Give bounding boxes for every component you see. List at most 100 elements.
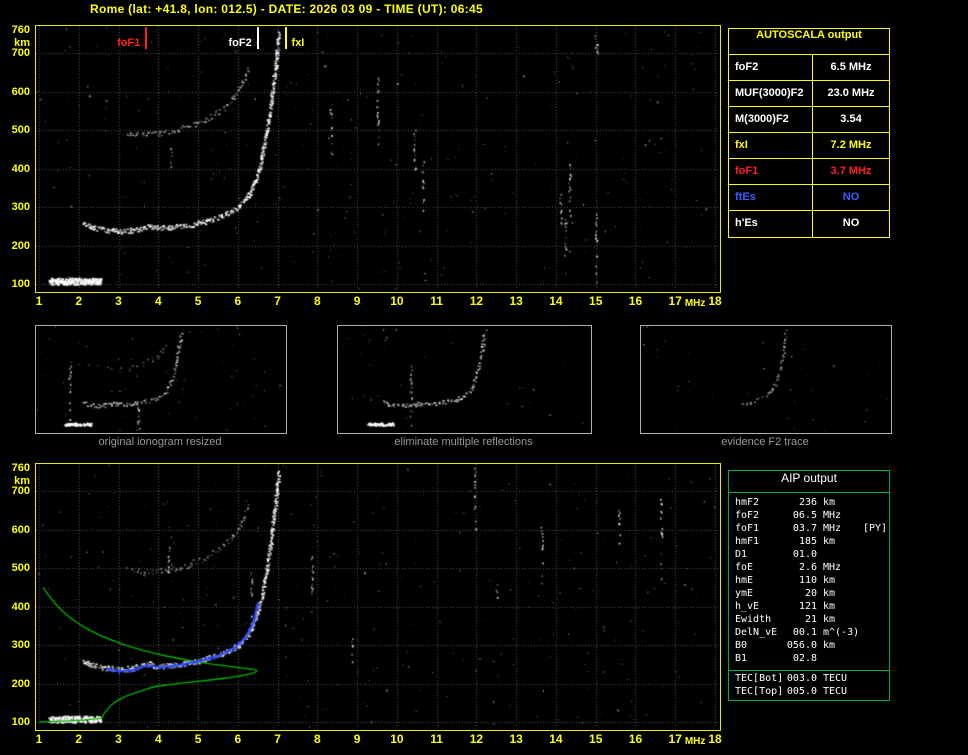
aip-row-unit: km — [823, 575, 836, 586]
x-tick-label: 14 — [549, 294, 563, 308]
x-tick-label: 4 — [154, 732, 162, 746]
marker-label-fxI: fxI — [291, 37, 305, 49]
panel-caption-eliminate: eliminate multiple reflections — [394, 436, 533, 448]
aip-row-unit: MHz — [823, 523, 842, 534]
x-tick-label: 12 — [469, 732, 484, 746]
aip-row-unit: MHz — [823, 510, 842, 521]
x-tick-label: 5 — [194, 732, 202, 746]
aip-row-label: TEC[Bot] — [735, 673, 784, 684]
aip-row-label: h_vE — [735, 601, 760, 612]
autoscala-screen: Rome (lat: +41.8, lon: 012.5) - DATE: 20… — [0, 0, 968, 755]
aip-row-unit: km — [823, 601, 836, 612]
aip-row-foF1: foF1 03.7 MHz [PY] — [729, 523, 889, 536]
x-tick-label: 10 — [390, 294, 404, 308]
aip-row-ymE: ymE 20 km — [729, 588, 889, 601]
aip-row-value: 21 — [804, 614, 817, 625]
aip-row-foF2: foF2 06.5 MHz — [729, 510, 889, 523]
y-tick-label: 100 — [11, 716, 30, 728]
y-tick-label: 600 — [11, 85, 30, 98]
y-tick-label: 200 — [11, 239, 30, 252]
autoscala-row-value: 6.5 MHz — [830, 61, 872, 73]
aip-row-label: hmE — [735, 575, 754, 586]
aip-row-label: DelN_vE — [735, 627, 778, 638]
x-tick-label: 16 — [628, 294, 643, 308]
autoscala-row-MUF3000F2: MUF(3000)F2 23.0 MHz — [729, 81, 889, 107]
aip-row-unit: km — [823, 614, 836, 625]
aip-row-hmE: hmE 110 km — [729, 575, 889, 588]
aip-row-unit — [823, 653, 863, 666]
aip-row-hvE: h_vE 121 km — [729, 601, 889, 614]
autoscala-row-label: h'Es — [729, 211, 813, 237]
x-tick-label: 2 — [75, 294, 83, 308]
x-tick-label: 7 — [274, 294, 281, 308]
x-tick-label: 9 — [353, 732, 361, 746]
marker-tick-foF1 — [145, 27, 148, 49]
autoscala-row-foF1: foF1 3.7 MHz — [729, 159, 889, 185]
x-tick-label: 6 — [234, 294, 242, 308]
autoscala-row-value: 3.7 MHz — [830, 165, 872, 177]
aip-row-label: hmF1 — [735, 536, 760, 547]
aip-row-value: 2.6 — [798, 562, 817, 573]
aip-row-note: [PY] — [863, 523, 888, 534]
autoscala-row-fxI: fxI 7.2 MHz — [729, 133, 889, 159]
aip-row-value: 236 — [798, 497, 817, 508]
y-tick-label: 600 — [11, 523, 30, 536]
aip-row-unit: TECU — [823, 673, 848, 684]
aip-row-unit: km — [823, 497, 836, 508]
x-tick-label: 14 — [549, 732, 563, 746]
aip-row-value: 06.5 — [792, 510, 817, 521]
x-axis-unit: MHz — [684, 736, 706, 747]
autoscala-row-label: fxI — [729, 133, 813, 158]
panel-caption-evidence: evidence F2 trace — [721, 436, 809, 448]
aip-row-value: 02.8 — [792, 653, 817, 664]
x-tick-label: 3 — [115, 732, 122, 746]
panel-original-canvas — [36, 326, 284, 431]
y-axis-unit: km — [14, 37, 30, 49]
autoscala-row-value: NO — [842, 217, 860, 229]
y-tick-label: 400 — [11, 162, 30, 175]
aip-row-Ewidth: Ewidth 21 km — [729, 614, 889, 627]
x-tick-label: 1 — [35, 732, 43, 746]
autoscala-row-foF2: foF2 6.5 MHz — [729, 55, 889, 81]
x-tick-label: 2 — [75, 732, 83, 746]
x-tick-label: 13 — [509, 732, 523, 746]
panel-eliminate-reflections — [337, 325, 592, 434]
aip-row-foE: foE 2.6 MHz — [729, 562, 889, 575]
aip-row-label: foF2 — [735, 510, 760, 521]
aip-table-header: AIP output — [729, 471, 889, 493]
aip-table-rows: hmF2 236 km foF2 06.5 MHz foF1 03.7 MHz [PY] hmF1 1… — [729, 493, 889, 666]
autoscala-row-label: foF2 — [729, 55, 813, 80]
marker-label-foF2: foF2 — [228, 37, 252, 49]
aip-row-TECTop: TEC[Top] 005.0 TECU — [729, 686, 889, 699]
autoscala-row-label: foF1 — [729, 159, 813, 184]
x-tick-label: 3 — [115, 294, 122, 308]
marker-label-foF1: foF1 — [117, 37, 141, 49]
aip-row-label: foE — [735, 562, 754, 573]
aip-tec-rows: TEC[Bot] 003.0 TECU TEC[Top] 005.0 TECU — [729, 673, 889, 699]
ionogram-canvas-main — [36, 26, 718, 290]
x-axis-unit: MHz — [684, 298, 706, 309]
aip-row-value: 005.0 — [786, 686, 817, 697]
x-tick-label: 4 — [154, 294, 162, 308]
y-tick-label: 300 — [11, 639, 30, 652]
page-title: Rome (lat: +41.8, lon: 012.5) - DATE: 20… — [90, 2, 483, 16]
autoscala-table-rows: foF2 6.5 MHz MUF(3000)F2 23.0 MHz M(3000)F2 3… — [729, 55, 889, 237]
aip-row-value: 20 — [804, 588, 817, 599]
aip-row-label: TEC[Top] — [735, 686, 784, 697]
aip-row-value: 00.1 — [792, 627, 817, 638]
y-tick-label: 200 — [11, 677, 30, 690]
aip-row-value: 03.7 — [792, 523, 817, 534]
x-tick-label: 11 — [430, 294, 443, 308]
autoscala-row-label: ftEs — [729, 185, 813, 210]
autoscala-row-value: 7.2 MHz — [830, 139, 872, 151]
y-tick-label: 400 — [11, 600, 30, 613]
y-tick-label: 760 — [11, 24, 30, 36]
ionogram-plot-main: foF1 foF2 fxI — [35, 25, 721, 293]
aip-row-unit: km — [823, 536, 836, 547]
aip-row-hmF1: hmF1 185 km — [729, 536, 889, 549]
aip-row-unit — [823, 549, 863, 562]
y-tick-label: 500 — [11, 124, 30, 137]
aip-row-value: 121 — [798, 601, 817, 612]
autoscala-table-header: AUTOSCALA output — [729, 29, 889, 55]
panel-eliminate-canvas — [338, 326, 589, 431]
